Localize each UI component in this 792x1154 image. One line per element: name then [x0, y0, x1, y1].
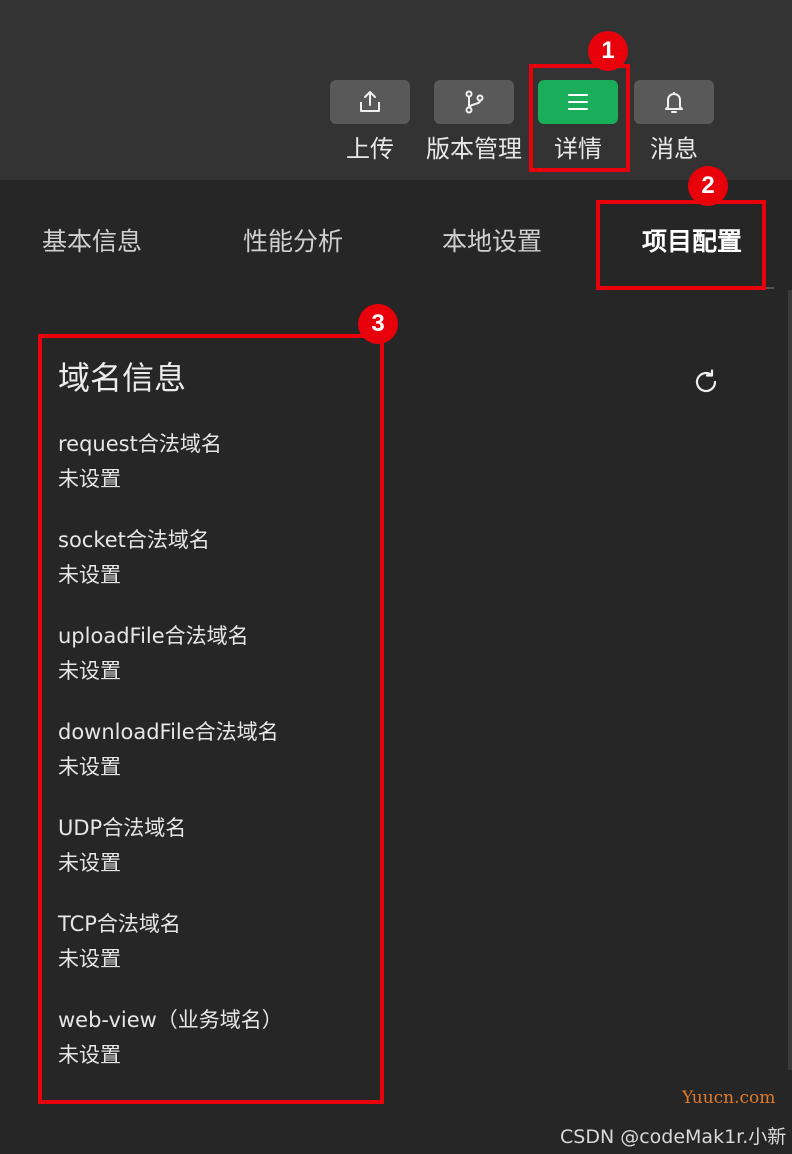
- messages-button-surface[interactable]: [634, 80, 714, 124]
- branch-icon: [465, 90, 484, 114]
- messages-label: 消息: [650, 135, 698, 163]
- refresh-icon: [695, 369, 717, 393]
- author-watermark: CSDN @codeMak1r.小新: [560, 1126, 787, 1148]
- refresh-button[interactable]: [690, 366, 722, 398]
- annotation-box-1: [529, 64, 630, 172]
- version-management-label: 版本管理: [426, 135, 522, 163]
- scrollbar[interactable]: [788, 290, 792, 1070]
- annotation-marker-3: 3: [358, 304, 398, 344]
- version-management-button[interactable]: 版本管理: [426, 80, 522, 170]
- tab-local-settings[interactable]: 本地设置: [442, 222, 542, 262]
- version-management-button-surface[interactable]: [434, 80, 514, 124]
- toolbar: 上传 版本管理 详情 消息: [0, 0, 792, 180]
- bell-icon: [665, 92, 683, 113]
- annotation-box-2: [596, 200, 766, 290]
- tab-basic-info[interactable]: 基本信息: [42, 222, 142, 262]
- upload-label: 上传: [346, 135, 394, 163]
- messages-button[interactable]: 消息: [634, 80, 714, 170]
- site-watermark: Yuucn.com: [682, 1088, 776, 1108]
- annotation-marker-2: 2: [688, 166, 728, 206]
- annotation-box-3: [38, 334, 384, 1104]
- upload-icon: [360, 91, 380, 112]
- annotation-marker-1: 1: [588, 31, 628, 71]
- tab-performance[interactable]: 性能分析: [243, 222, 343, 262]
- upload-button-surface[interactable]: [330, 80, 410, 124]
- upload-button[interactable]: 上传: [330, 80, 410, 170]
